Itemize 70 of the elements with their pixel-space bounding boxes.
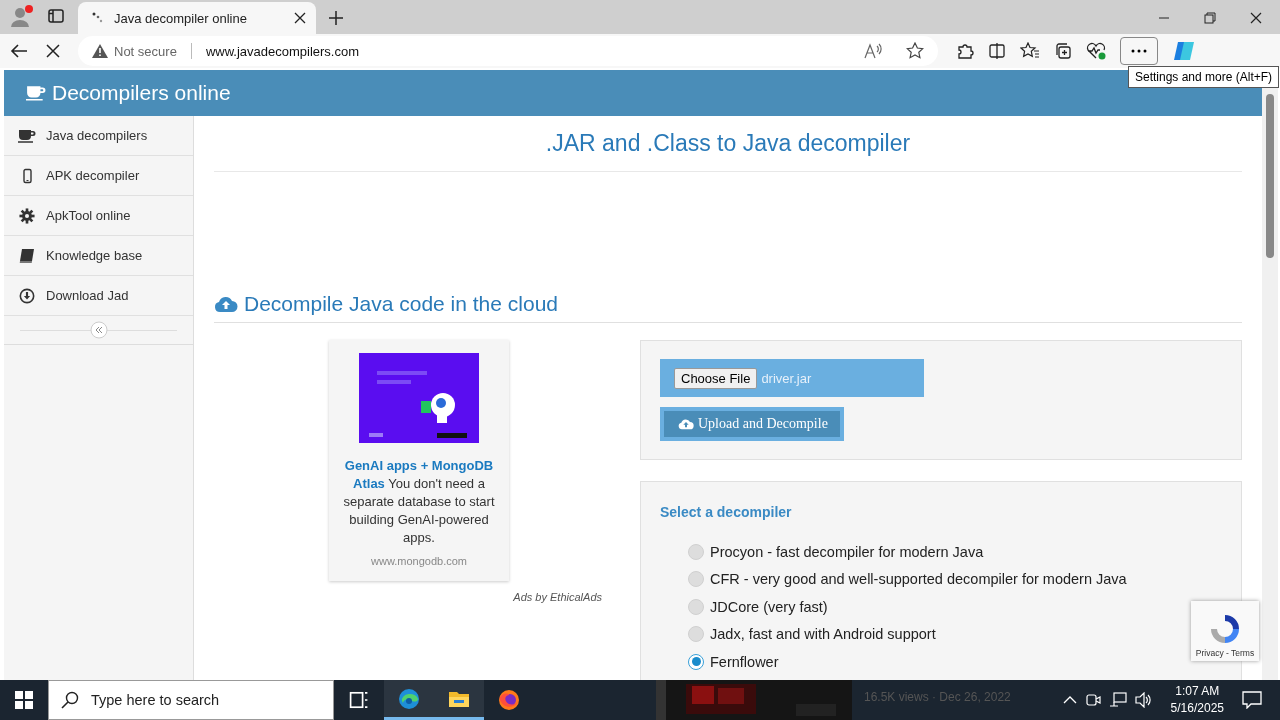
- gear-icon: [18, 207, 36, 224]
- camera-icon[interactable]: [1084, 692, 1101, 708]
- volume-icon[interactable]: [1134, 692, 1153, 708]
- address-bar[interactable]: Not secure www.javadecompilers.com: [78, 36, 938, 66]
- star-icon[interactable]: [906, 42, 924, 60]
- chevron-up-icon[interactable]: [1062, 695, 1077, 705]
- coffee-cup-icon: [26, 84, 46, 102]
- decompiler-heading: Select a decompiler: [660, 504, 793, 520]
- loading-icon: [92, 12, 104, 24]
- windows-icon[interactable]: [15, 691, 33, 709]
- radio-button[interactable]: [688, 626, 704, 643]
- sidebar-item[interactable]: Download Jad: [4, 276, 193, 316]
- search-field[interactable]: Type here to search: [48, 680, 334, 720]
- radio-button[interactable]: [688, 653, 704, 670]
- security-label: Not secure: [114, 43, 177, 59]
- copilot-icon[interactable]: [1172, 39, 1196, 63]
- close-icon[interactable]: [1250, 12, 1262, 24]
- cloud-upload-icon: [214, 295, 238, 313]
- firefox-icon[interactable]: [497, 688, 521, 712]
- new-tab-icon[interactable]: [328, 10, 344, 26]
- tab-actions-icon[interactable]: [48, 8, 64, 24]
- cloud-upload-icon: [678, 418, 694, 430]
- ad-card[interactable]: GenAI apps + MongoDB Atlas You don't need a separate database to start building GenAI-powered apps. www.mongodb.com: [329, 340, 509, 581]
- video-meta: 16.5K views · Dec 26, 2022: [864, 690, 1011, 704]
- radio-label[interactable]: JDCore (very fast): [710, 598, 828, 615]
- split-screen-icon[interactable]: [988, 42, 1006, 60]
- page-title: .JAR and .Class to Java decompiler: [214, 130, 1242, 172]
- read-aloud-icon[interactable]: [864, 43, 882, 59]
- coffee-cup-icon: [18, 127, 36, 144]
- restore-icon[interactable]: [1204, 12, 1216, 24]
- url-text: www.javadecompilers.com: [205, 43, 361, 59]
- site-title[interactable]: Decompilers online: [52, 81, 231, 105]
- radio-label[interactable]: Fernflower: [710, 653, 779, 670]
- tooltip: Settings and more (Alt+F): [1128, 66, 1280, 88]
- warning-icon: [92, 44, 108, 58]
- edge-icon[interactable]: [397, 686, 421, 711]
- network-icon[interactable]: [1108, 692, 1127, 708]
- ad-text[interactable]: GenAI apps + MongoDB Atlas You don't need a separate database to start building GenAI-powered apps.: [343, 457, 495, 547]
- radio-button[interactable]: [688, 571, 704, 588]
- download-icon: [18, 287, 36, 304]
- ad-credit[interactable]: Ads by EthicalAds: [513, 591, 602, 603]
- radio-button[interactable]: [688, 598, 704, 615]
- puzzle-icon[interactable]: [956, 42, 974, 60]
- collapse-icon[interactable]: [89, 321, 108, 339]
- upload-button[interactable]: Upload and Decompile: [664, 411, 840, 437]
- sidebar-item[interactable]: Java decompilers: [4, 116, 193, 156]
- recaptcha-badge: Privacy - Terms: [1191, 601, 1259, 661]
- collections-icon[interactable]: [1054, 42, 1072, 60]
- file-input[interactable]: Choose File driver.jar: [660, 359, 924, 397]
- notification-icon[interactable]: [1242, 691, 1262, 709]
- radio-button[interactable]: [688, 543, 704, 560]
- radio-label[interactable]: Jadx, fast and with Android support: [710, 626, 936, 643]
- browser-tab[interactable]: Java decompiler online: [78, 2, 316, 34]
- sidebar-item[interactable]: Knowledge base: [4, 236, 193, 276]
- back-arrow-icon[interactable]: [10, 43, 28, 59]
- more-icon[interactable]: [1131, 49, 1147, 53]
- health-icon[interactable]: [1086, 42, 1106, 60]
- sidebar-item[interactable]: APK decompiler: [4, 156, 193, 196]
- close-icon[interactable]: [294, 12, 306, 24]
- stop-icon[interactable]: [46, 44, 60, 58]
- recaptcha-icon: [1208, 612, 1242, 646]
- radio-label[interactable]: CFR - very good and well-supported decompiler for modern Java: [710, 571, 1127, 588]
- book-icon: [18, 247, 36, 264]
- clock[interactable]: 1:07 AM 5/16/2025: [1170, 683, 1224, 717]
- search-icon: [61, 691, 79, 709]
- favorites-icon[interactable]: [1020, 42, 1040, 60]
- radio-label[interactable]: Procyon - fast decompiler for modern Java: [710, 543, 984, 560]
- profile-icon[interactable]: [10, 4, 34, 28]
- section-heading: Decompile Java code in the cloud: [244, 292, 558, 316]
- sidebar-item[interactable]: ApkTool online: [4, 196, 193, 236]
